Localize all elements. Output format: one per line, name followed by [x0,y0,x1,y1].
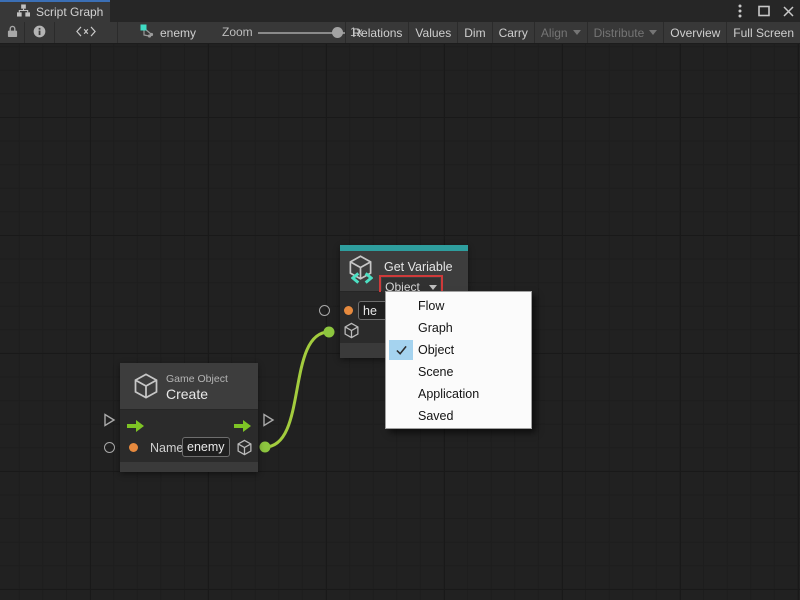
distribute-caret-icon [649,30,657,35]
create-output-port-connected[interactable] [260,442,271,453]
game-object-cube-icon [132,372,160,405]
window-controls [732,0,796,22]
menu-item-scene-label: Scene [418,365,453,379]
variable-scope-menu: Flow Graph Object Scene Application Save… [385,291,532,429]
carry-label: Carry [499,26,528,40]
graph-canvas[interactable]: Game Object Create Name [0,44,800,600]
maximize-button[interactable] [756,3,772,19]
menu-item-application[interactable]: Application [386,383,531,405]
graph-hierarchy-icon [17,4,30,20]
full-screen-button[interactable]: Full Screen [726,22,800,43]
align-button[interactable]: Align [534,22,587,43]
zoom-label: Zoom [222,22,253,43]
create-node-footer [120,462,258,472]
carry-button[interactable]: Carry [492,22,534,43]
tab-script-graph[interactable]: Script Graph [0,0,110,22]
create-name-input-port[interactable] [104,442,115,453]
menu-item-object[interactable]: Object [386,339,531,361]
align-label: Align [541,26,568,40]
menu-item-saved[interactable]: Saved [386,405,531,427]
name-port-dot[interactable] [129,443,138,452]
overview-label: Overview [670,26,720,40]
get-variable-title: Get Variable [384,260,453,274]
get-variable-name-input-port[interactable] [319,305,330,316]
create-game-object-node[interactable]: Game Object Create Name [120,363,258,472]
title-bar: Script Graph [0,0,800,22]
menu-item-application-label: Application [418,387,479,401]
graph-ref-icon [140,24,154,41]
create-node-title: Create [166,386,208,402]
script-graph-window: Script Graph [0,0,800,600]
lock-button[interactable] [0,22,25,43]
graph-breadcrumb[interactable]: enemy [132,22,204,43]
dim-button[interactable]: Dim [457,22,491,43]
zoom-slider[interactable] [258,22,345,43]
window-menu-button[interactable] [732,3,748,19]
zoom-slider-thumb[interactable] [332,27,343,38]
menu-item-flow[interactable]: Flow [386,295,531,317]
menu-item-scene[interactable]: Scene [386,361,531,383]
menu-item-flow-label: Flow [418,299,444,313]
close-button[interactable] [780,3,796,19]
graph-name-label: enemy [160,26,196,40]
distribute-button[interactable]: Distribute [587,22,664,43]
name-port-label: Name [150,441,183,455]
checked-item-highlight [389,340,413,360]
menu-item-object-label: Object [418,343,454,357]
info-icon [33,25,46,41]
checkmark-icon [395,345,408,356]
lock-icon [7,25,18,41]
menu-item-saved-label: Saved [418,409,453,423]
full-screen-label: Full Screen [733,26,794,40]
distribute-label: Distribute [594,26,645,40]
create-node-body: Name [120,410,258,462]
create-flow-output-port[interactable] [262,413,275,432]
variable-name-port-dot[interactable] [344,306,353,315]
get-variable-target-port-connected[interactable] [324,327,335,338]
code-icon [76,26,96,40]
flow-input-arrow-icon[interactable] [126,419,145,438]
relations-label: Relations [352,26,402,40]
flow-output-arrow-icon[interactable] [233,419,252,438]
target-gameobject-cube-icon[interactable] [343,322,360,344]
tab-title: Script Graph [36,5,103,19]
toolbar-toggle-group: Relations Values Dim Carry Align Distrib… [345,22,800,43]
gameobject-output-cube-icon[interactable] [236,439,253,461]
align-caret-icon [573,30,581,35]
create-node-type-label: Game Object [166,373,228,385]
values-button[interactable]: Values [408,22,457,43]
create-flow-input-port[interactable] [103,413,116,432]
dim-label: Dim [464,26,485,40]
menu-item-graph[interactable]: Graph [386,317,531,339]
relations-button[interactable]: Relations [345,22,408,43]
info-button[interactable] [25,22,55,43]
code-preview-button[interactable] [55,22,118,43]
create-name-input[interactable] [182,437,230,457]
variable-chevrons-icon [351,271,373,289]
get-variable-header[interactable]: Get Variable Object [340,251,468,292]
overview-button[interactable]: Overview [663,22,726,43]
menu-item-graph-label: Graph [418,321,453,335]
create-node-header[interactable]: Game Object Create [120,363,258,410]
graph-toolbar: enemy Zoom 1x Relations Values Dim Carry… [0,22,800,44]
values-label: Values [415,26,451,40]
